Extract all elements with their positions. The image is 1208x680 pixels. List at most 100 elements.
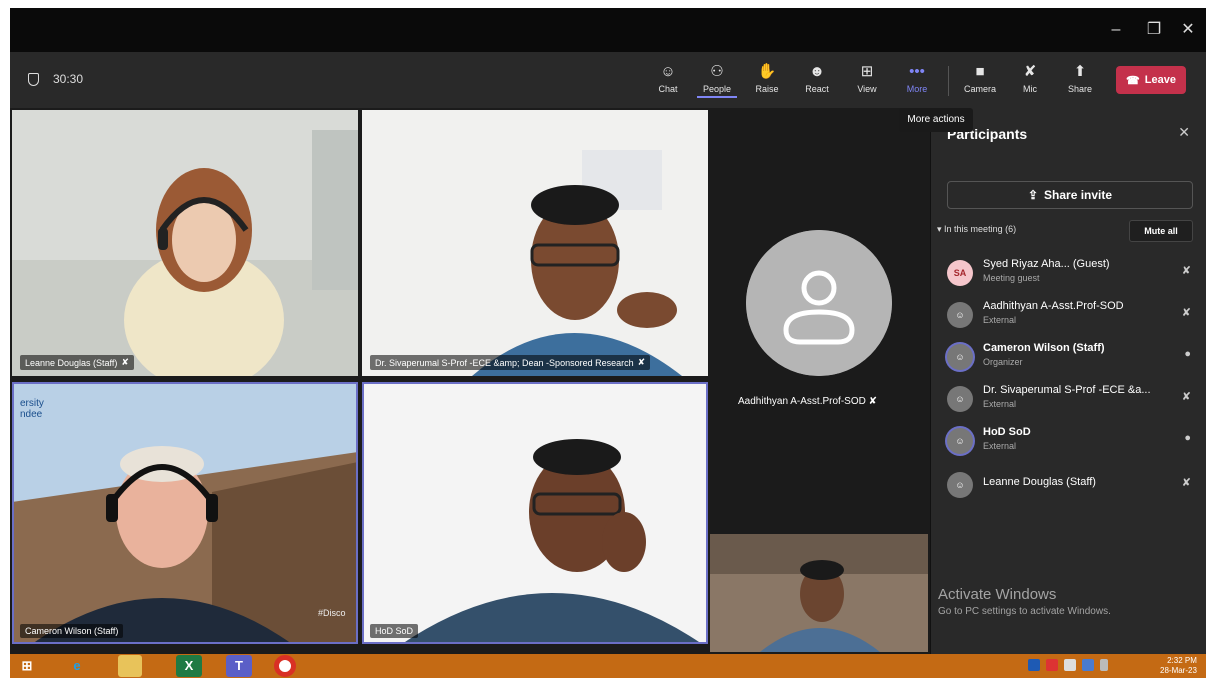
camera-button[interactable]: ■ Camera: [960, 62, 1000, 94]
mute-all-button[interactable]: Mute all: [1129, 220, 1193, 242]
participant-role: Organizer: [983, 357, 1023, 367]
internet-explorer-icon[interactable]: e: [64, 655, 90, 677]
hand-icon: ✋: [757, 63, 777, 80]
participant-row[interactable]: ☺ Leanne Douglas (Staff) ✘: [947, 468, 1197, 508]
more-actions-tooltip: More actions: [899, 108, 973, 132]
participant-role: External: [983, 441, 1017, 451]
leave-button[interactable]: ☎ Leave: [1116, 66, 1186, 94]
language-icon[interactable]: [1082, 659, 1094, 671]
mic-off-icon: ✘: [121, 357, 129, 367]
mic-on-icon[interactable]: ●: [1184, 348, 1191, 360]
system-tray: [1028, 659, 1108, 671]
participant-row[interactable]: ☺ Dr. Sivaperumal S-Prof -ECE &a... Exte…: [947, 382, 1197, 422]
chevron-down-icon: ▾: [937, 224, 942, 234]
share-label: Share: [1067, 84, 1093, 94]
smiley-icon: ☻: [809, 63, 825, 80]
participant-row[interactable]: ☺ Cameron Wilson (Staff) Organizer ●: [947, 340, 1197, 380]
excel-icon[interactable]: X: [176, 655, 202, 677]
sivaperumal-video-feed: [362, 110, 708, 376]
mic-on-icon[interactable]: ●: [1184, 432, 1191, 444]
video-tile-cameron[interactable]: ersity ndee #Disco Cameron Wilson (Staff…: [12, 382, 358, 644]
share-tray-icon: ⬆: [1073, 63, 1087, 80]
battery-icon[interactable]: [1100, 659, 1108, 671]
avatar: ☺: [947, 428, 973, 454]
mic-button[interactable]: ✘ Mic: [1010, 62, 1050, 94]
mic-off-icon[interactable]: ✘: [1182, 390, 1191, 403]
watermark-line-2: Go to PC settings to activate Windows.: [938, 606, 1111, 617]
more-button[interactable]: ••• More: [897, 62, 937, 94]
grid-view-icon: ⊞: [860, 63, 874, 80]
mic-off-icon: ✘: [868, 396, 878, 407]
raise-hand-button[interactable]: ✋ Raise: [747, 62, 787, 94]
more-icon: •••: [909, 63, 925, 80]
close-panel-icon[interactable]: ✕: [1178, 124, 1190, 141]
raise-label: Raise: [755, 84, 779, 94]
in-meeting-label: In this meeting (6): [944, 224, 1017, 234]
mic-off-icon[interactable]: ✘: [1182, 306, 1191, 319]
timer-text: 30:30: [53, 72, 84, 86]
tile-name-tag: HoD SoD: [370, 624, 419, 638]
close-window-icon[interactable]: ✕: [1176, 18, 1200, 42]
cameron-video-feed: [12, 382, 358, 644]
backdrop-logo-text: ersity ndee: [20, 398, 44, 420]
hod-video-feed: [362, 382, 708, 644]
video-tile-sivaperumal[interactable]: Dr. Sivaperumal S-Prof -ECE &amp; Dean -…: [362, 110, 708, 376]
share-button[interactable]: ⬆ Share: [1060, 62, 1100, 94]
in-meeting-section-toggle[interactable]: ▾ In this meeting (6): [937, 224, 1016, 235]
video-tile-leanne[interactable]: Leanne Douglas (Staff) ✘: [12, 110, 358, 376]
participant-name: Dr. Sivaperumal S-Prof -ECE &a...: [983, 384, 1151, 396]
audio-only-name-tag: Aadhithyan A-Asst.Prof-SOD ✘: [738, 396, 877, 407]
security-icon[interactable]: [1046, 659, 1058, 671]
meeting-timer: 30:30: [28, 72, 83, 86]
avatar: ☺: [947, 302, 973, 328]
participant-row[interactable]: ☺ Aadhithyan A-Asst.Prof-SOD External ✘: [947, 298, 1197, 338]
windows-start-icon[interactable]: ⊞: [14, 655, 40, 677]
file-explorer-icon[interactable]: [118, 655, 142, 677]
teams-icon[interactable]: T: [226, 655, 252, 677]
participant-row[interactable]: SA Syed Riyaz Aha... (Guest) Meeting gue…: [947, 256, 1197, 296]
participant-row[interactable]: ☺ HoD SoD External ●: [947, 424, 1197, 464]
phone-hangup-icon: ☎: [1126, 74, 1140, 87]
clock-time: 2:32 PM: [1167, 656, 1197, 665]
backdrop-line-1: ersity: [20, 398, 44, 409]
clock-date: 28-Mar-23: [1160, 666, 1197, 675]
chat-button[interactable]: ☺ Chat: [648, 62, 688, 94]
audio-only-name: Aadhithyan A-Asst.Prof-SOD: [738, 396, 866, 407]
view-button[interactable]: ⊞ View: [847, 62, 887, 94]
participant-name: HoD SoD: [983, 426, 1031, 438]
minimize-icon[interactable]: –: [1104, 18, 1128, 42]
view-label: View: [857, 84, 877, 94]
participant-name: Aadhithyan A-Asst.Prof-SOD: [983, 300, 1124, 312]
tile-name: Dr. Sivaperumal S-Prof -ECE &amp; Dean -…: [375, 357, 634, 368]
chat-icon: ☺: [660, 63, 676, 80]
share-invite-button[interactable]: ⇪ Share invite: [947, 181, 1193, 209]
mic-off-icon: ✘: [637, 357, 646, 367]
signal-icon[interactable]: [1064, 659, 1076, 671]
avatar: ☺: [947, 344, 973, 370]
participant-name: Leanne Douglas (Staff): [983, 476, 1096, 488]
share-invite-icon: ⇪: [1027, 188, 1039, 202]
self-video-feed: [710, 534, 928, 652]
tile-name-tag: Dr. Sivaperumal S-Prof -ECE &amp; Dean -…: [370, 355, 651, 370]
chrome-icon[interactable]: [274, 655, 296, 677]
mic-off-icon[interactable]: ✘: [1182, 476, 1191, 489]
avatar: SA: [947, 260, 973, 286]
participant-role: Meeting guest: [983, 273, 1040, 283]
shield-icon: [28, 72, 39, 86]
people-button[interactable]: ⚇ People: [697, 62, 737, 98]
mic-off-icon[interactable]: ✘: [1182, 264, 1191, 277]
tile-name: Cameron Wilson (Staff): [25, 626, 119, 636]
backdrop-hashtag: #Disco: [318, 608, 346, 618]
react-button[interactable]: ☻ React: [797, 62, 837, 94]
avatar: ☺: [947, 386, 973, 412]
audio-only-avatar: [746, 230, 892, 376]
tile-name: HoD SoD: [375, 626, 414, 636]
participant-name: Syed Riyaz Aha... (Guest): [983, 258, 1110, 270]
network-icon[interactable]: [1028, 659, 1040, 671]
restore-icon[interactable]: ❐: [1142, 18, 1166, 42]
people-label: People: [697, 84, 737, 98]
video-tile-hod[interactable]: HoD SoD: [362, 382, 708, 644]
more-label: More: [906, 84, 928, 94]
self-preview-video[interactable]: [710, 534, 928, 652]
taskbar-clock[interactable]: 2:32 PM 28-Mar-23: [1160, 656, 1197, 676]
